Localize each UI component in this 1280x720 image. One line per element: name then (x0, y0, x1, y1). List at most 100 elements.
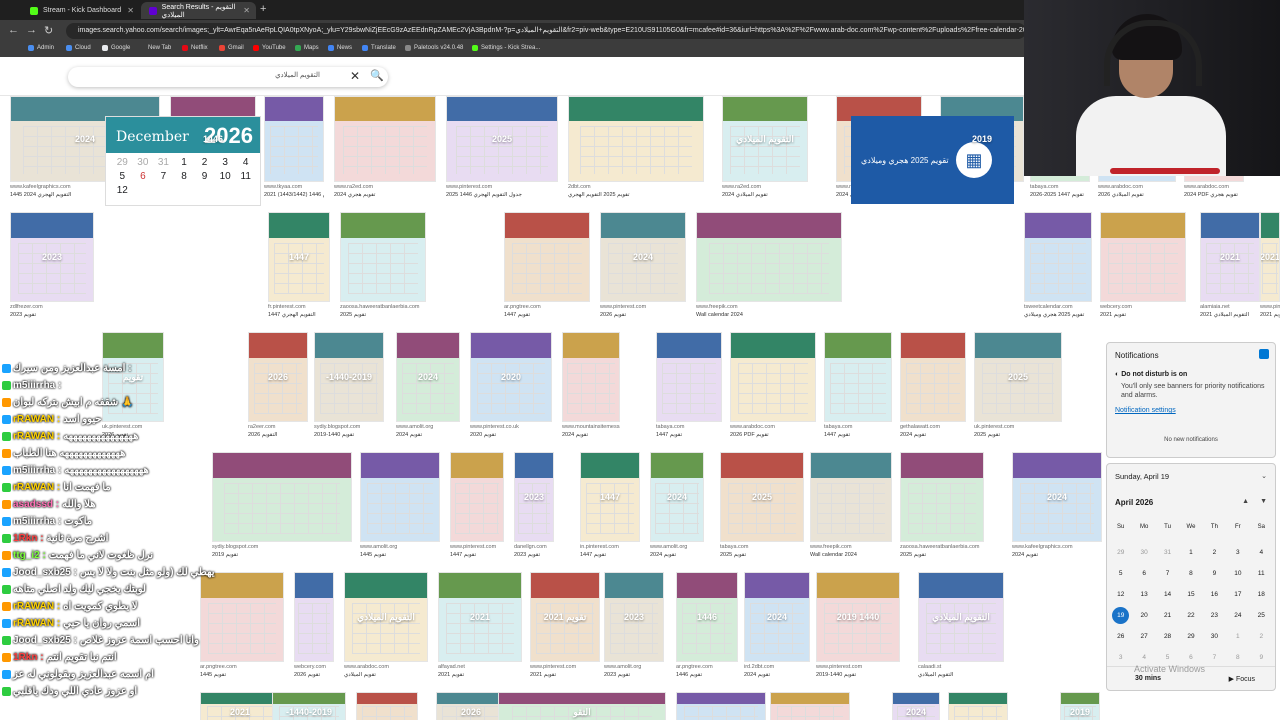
image-result-thumbnail[interactable]: التقويم الميلادي (722, 96, 808, 182)
result-source[interactable]: tsweetcalendar.com (1024, 304, 1092, 310)
image-result-thumbnail[interactable] (770, 692, 850, 720)
bookmark-maps[interactable]: Maps (295, 45, 319, 51)
image-result-thumbnail[interactable] (340, 212, 426, 302)
result-source[interactable]: sydiy.blogspot.com (212, 544, 352, 550)
focus-minutes[interactable]: 30 mins (1135, 675, 1161, 682)
result-source[interactable]: tabaya.com (656, 424, 722, 430)
image-result-thumbnail[interactable]: 2024 (650, 452, 704, 542)
calendar-day[interactable]: 2 (1250, 633, 1273, 640)
chat-username[interactable]: asadssd : (13, 499, 59, 510)
result-caption[interactable]: 1447 التقويم الهجري (268, 312, 330, 318)
image-result-thumbnail[interactable]: تقويم 2021 (530, 572, 600, 662)
december-calendar-thumbnail[interactable]: December 2026 29 30 31 1 2 3 4 5 6 7 8 9 10 11 12 (105, 116, 261, 206)
image-result-thumbnail[interactable] (334, 96, 436, 182)
bookmark-admin[interactable]: Admin (28, 45, 54, 51)
calendar-day[interactable]: 1 (1226, 633, 1249, 640)
result-source[interactable]: www.arabdoc.com (344, 664, 428, 670)
image-result-thumbnail[interactable]: 2021 (438, 572, 522, 662)
prev-month-icon[interactable]: ▲ (1242, 498, 1249, 505)
result-source[interactable]: www.ra2ed.com (722, 184, 808, 190)
result-source[interactable]: tabaya.com (720, 544, 804, 550)
result-caption[interactable]: 2021 تقويم (438, 672, 522, 678)
bookmark-translate[interactable]: Translate (362, 45, 396, 51)
calendar-day[interactable]: 3 (1109, 654, 1132, 661)
result-source[interactable]: in.pinterest.com (580, 544, 640, 550)
image-result-thumbnail[interactable]: 2025 (720, 452, 804, 542)
image-result-thumbnail[interactable]: 1446 (676, 572, 738, 662)
result-caption[interactable]: تقويم 2025 هجري وميلادي (1024, 312, 1092, 318)
clear-icon[interactable]: ✕ (350, 69, 360, 83)
image-result-thumbnail[interactable]: التقويم الميلادي (918, 572, 1004, 662)
result-source[interactable]: uk.pinterest.com (974, 424, 1062, 430)
image-result-thumbnail[interactable] (504, 212, 590, 302)
image-result-thumbnail[interactable]: 2024 (600, 212, 686, 302)
chat-username[interactable]: 1Rkn : (13, 652, 44, 663)
result-caption[interactable]: 2019-1440 تقويم (816, 672, 900, 678)
result-source[interactable]: www.arabdoc.com (730, 424, 816, 430)
result-caption[interactable]: 1445 تقويم (360, 552, 440, 558)
chat-username[interactable]: rRAWAN : (13, 618, 60, 629)
calendar-banner-thumbnail[interactable]: تقويم 2025 هجري وميلادي ▦ (851, 116, 1014, 204)
result-caption[interactable]: تقويم الميلادي (344, 672, 428, 678)
result-caption[interactable]: 2024 تقويم (396, 432, 460, 438)
result-source[interactable]: gethalawatt.com (900, 424, 966, 430)
calendar-day[interactable]: 17 (1226, 591, 1249, 598)
result-source[interactable]: www.pinterest.com (446, 184, 558, 190)
tab-close-icon[interactable]: ✕ (127, 6, 134, 15)
calendar-day[interactable]: 27 (1132, 633, 1155, 640)
calendar-day[interactable]: 4 (1250, 549, 1273, 556)
image-result-thumbnail[interactable]: 2025 (446, 96, 558, 182)
result-caption[interactable]: 2026 تقويم الميلادي (1098, 192, 1176, 198)
result-caption[interactable]: التقويم الميلادي (918, 672, 1004, 678)
calendar-day[interactable]: 21 (1156, 612, 1179, 619)
calendar-day[interactable]: 18 (1250, 591, 1273, 598)
image-result-thumbnail[interactable]: التقو (498, 692, 666, 720)
chat-username[interactable]: rRAWAN : (13, 482, 60, 493)
result-source[interactable]: www.arabdoc.com (1184, 184, 1244, 190)
calendar-month-label[interactable]: April 2026 (1115, 498, 1153, 507)
calendar-day[interactable]: 19 (1112, 607, 1130, 624)
calendar-day[interactable]: 29 (1109, 549, 1132, 556)
image-result-thumbnail[interactable]: 2024 (892, 692, 940, 720)
calendar-day[interactable]: 20 (1132, 612, 1155, 619)
image-result-thumbnail[interactable] (264, 96, 324, 182)
image-result-thumbnail[interactable]: 2021 (1200, 212, 1260, 302)
result-source[interactable]: www.amolit.org (396, 424, 460, 430)
image-result-thumbnail[interactable] (900, 452, 984, 542)
result-source[interactable]: ar.pngtree.com (504, 304, 590, 310)
result-source[interactable]: tabaya.com (1030, 184, 1090, 190)
calendar-day[interactable]: 9 (1203, 570, 1226, 577)
result-caption[interactable]: 2024 تقويم (744, 672, 810, 678)
calendar-day[interactable]: 16 (1203, 591, 1226, 598)
calendar-day[interactable]: 29 (1179, 633, 1202, 640)
result-source[interactable]: www.freepik.com (696, 304, 842, 310)
calendar-day[interactable]: 6 (1132, 570, 1155, 577)
calendar-day[interactable]: 9 (1250, 654, 1273, 661)
image-result-thumbnail[interactable]: 2021 (1260, 212, 1280, 302)
calendar-day[interactable]: 4 (1132, 654, 1155, 661)
image-result-thumbnail[interactable] (450, 452, 504, 542)
image-result-thumbnail[interactable]: 2024 (1012, 452, 1102, 542)
image-result-thumbnail[interactable] (200, 572, 284, 662)
chat-username[interactable]: m5iiirrha : (13, 380, 61, 391)
result-source[interactable]: www.tkyaa.com (264, 184, 324, 190)
result-source[interactable]: alfayad.net (438, 664, 522, 670)
result-source[interactable]: fr.pinterest.com (268, 304, 330, 310)
image-result-thumbnail[interactable]: 2026 (248, 332, 308, 422)
result-caption[interactable]: 2023 تقويم (10, 312, 94, 318)
image-result-thumbnail[interactable]: -1440-2019 (272, 692, 346, 720)
calendar-day[interactable]: 22 (1179, 612, 1202, 619)
calendar-day[interactable]: 30 (1203, 633, 1226, 640)
result-caption[interactable]: 2025 تقويم (974, 432, 1062, 438)
result-source[interactable]: sydiy.blogspot.com (314, 424, 384, 430)
image-result-thumbnail[interactable]: 2026 (436, 692, 506, 720)
image-result-thumbnail[interactable] (676, 692, 766, 720)
result-source[interactable]: ra2eer.com (248, 424, 308, 430)
result-source[interactable]: danellgn.com (514, 544, 554, 550)
image-result-thumbnail[interactable] (360, 452, 440, 542)
calendar-day[interactable]: 1 (1179, 549, 1202, 556)
image-result-thumbnail[interactable]: 2019 1440 (816, 572, 900, 662)
forward-icon[interactable]: → (26, 24, 37, 36)
chat-username[interactable]: Jood_sxb25 : (13, 567, 77, 578)
chat-username[interactable]: ttg_i2 : (13, 550, 46, 561)
